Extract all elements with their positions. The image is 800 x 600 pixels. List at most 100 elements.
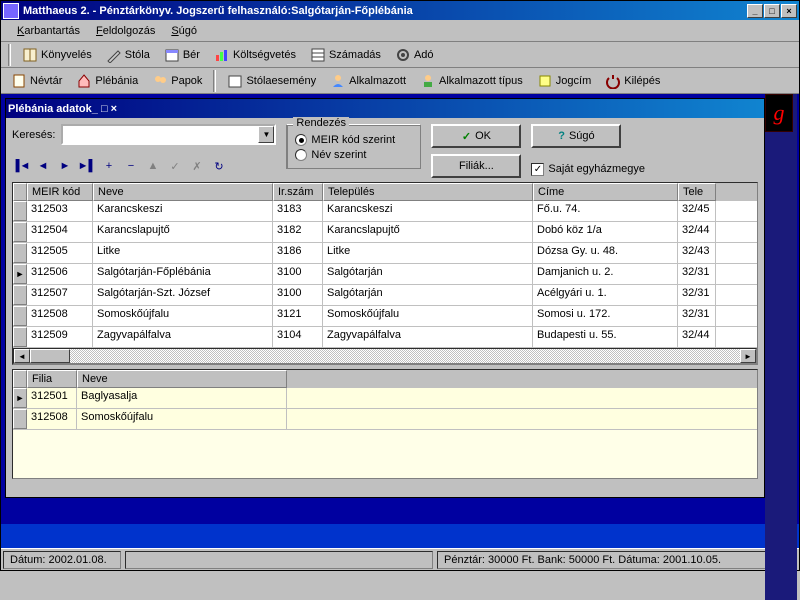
cell-tel: 32/31	[678, 306, 716, 326]
people-icon	[152, 73, 168, 89]
maximize-button[interactable]: □	[764, 4, 780, 18]
nav-next[interactable]: ►	[56, 157, 74, 175]
search-combo[interactable]: ▼	[61, 124, 276, 145]
cell-tel: 32/31	[678, 285, 716, 305]
cell-meir: 312509	[27, 327, 93, 347]
menu-sugo[interactable]: Súgó	[163, 23, 205, 39]
tb-stola[interactable]: Stóla	[100, 44, 156, 66]
cell-cime: Budapesti u. 55.	[533, 327, 678, 347]
table-row[interactable]: 312508 Somoskőújfalu3121 Somoskőújfalu S…	[13, 306, 757, 327]
help-button[interactable]: ?Súgó	[531, 124, 621, 148]
tb-plebania[interactable]: Plébánia	[70, 70, 144, 92]
sub-close-button[interactable]: ×	[111, 103, 117, 115]
scroll-left-icon[interactable]: ◄	[14, 349, 30, 363]
nav-last[interactable]: ►▌	[78, 157, 96, 175]
tb-ado[interactable]: Adó	[389, 44, 440, 66]
table-row[interactable]: ► 312501 Baglyasalja	[13, 388, 757, 409]
tb-konyveles[interactable]: Könyvelés	[16, 44, 98, 66]
main-titlebar: Matthaeus 2. - Pénztárkönyv. Jogszerű fe…	[1, 1, 799, 20]
col-header[interactable]: Tele	[678, 183, 716, 201]
radio-name[interactable]: Név szerint	[295, 149, 412, 161]
row-indicator	[13, 243, 27, 263]
hscrollbar[interactable]: ◄ ►	[13, 348, 757, 364]
nav-edit[interactable]: ▲	[144, 157, 162, 175]
menu-feldolgozas[interactable]: Feldolgozás	[88, 23, 163, 39]
book-icon	[22, 47, 38, 63]
status-date: Dátum: 2002.01.08.	[3, 551, 121, 569]
cell-irszam: 3183	[273, 201, 323, 221]
tb-papok[interactable]: Papok	[146, 70, 208, 92]
sub-maximize-button[interactable]: □	[101, 103, 108, 115]
col-header[interactable]: Település	[323, 183, 533, 201]
row-header-corner	[13, 370, 27, 388]
cell-cime: Dobó köz 1/a	[533, 222, 678, 242]
ok-button[interactable]: ✓OK	[431, 124, 521, 148]
radio-dot-icon	[295, 134, 307, 146]
row-header-corner	[13, 183, 27, 201]
col-header[interactable]: Ir.szám	[273, 183, 323, 201]
row-indicator: ►	[13, 264, 27, 284]
table-row[interactable]: 312509 Zagyvapálfalva3104 Zagyvapálfalva…	[13, 327, 757, 348]
nav-cancel[interactable]: ✗	[188, 157, 206, 175]
cell-meir: 312504	[27, 222, 93, 242]
cell-telepules: Salgótarján	[323, 264, 533, 284]
tb-szamadas[interactable]: Számadás	[304, 44, 387, 66]
table-row[interactable]: 312504 Karancslapujtő3182 Karancslapujtő…	[13, 222, 757, 243]
sub-titlebar: Plébánia adatok _ □ ×	[6, 99, 764, 118]
tb-koltsegvetes[interactable]: Költségvetés	[208, 44, 302, 66]
scroll-thumb[interactable]	[30, 349, 70, 363]
sub-minimize-button[interactable]: _	[92, 103, 98, 115]
nav-insert[interactable]: +	[100, 157, 118, 175]
close-button[interactable]: ×	[781, 4, 797, 18]
db-navigator: ▐◄ ◄ ► ►▌ + − ▲ ✓ ✗ ↻	[12, 157, 276, 175]
table-row[interactable]: 312505 Litke3186 Litke Dózsa Gy. u. 48. …	[13, 243, 757, 264]
cell-neve: Litke	[93, 243, 273, 263]
row-indicator	[13, 201, 27, 221]
nav-prev[interactable]: ◄	[34, 157, 52, 175]
scroll-right-icon[interactable]: ►	[740, 349, 756, 363]
cell-irszam: 3100	[273, 285, 323, 305]
nav-first[interactable]: ▐◄	[12, 157, 30, 175]
title-icon	[537, 73, 553, 89]
menu-karbantartas[interactable]: Karbantartás	[9, 23, 88, 39]
cell-meir: 312503	[27, 201, 93, 221]
tb-jogcim[interactable]: Jogcím	[531, 70, 597, 92]
tb-ber[interactable]: Bér	[158, 44, 206, 66]
tb-kilepes[interactable]: Kilépés	[599, 70, 666, 92]
tb-alkalmazott[interactable]: Alkalmazott	[324, 70, 412, 92]
cell-telepules: Zagyvapálfalva	[323, 327, 533, 347]
radio-meir[interactable]: MEIR kód szerint	[295, 134, 412, 146]
cell-cime: Acélgyári u. 1.	[533, 285, 678, 305]
col-header[interactable]: Neve	[77, 370, 287, 388]
table-row[interactable]: 312503 Karancskeszi3183 Karancskeszi Fő.…	[13, 201, 757, 222]
cell-tel: 32/43	[678, 243, 716, 263]
plebania-window: Plébánia adatok _ □ × Keresés: ▼ ▐◄	[5, 98, 765, 498]
cell-irszam: 3100	[273, 264, 323, 284]
row-indicator: ►	[13, 388, 27, 408]
nav-delete[interactable]: −	[122, 157, 140, 175]
table-row[interactable]: 312507 Salgótarján-Szt. József3100 Salgó…	[13, 285, 757, 306]
col-header[interactable]: Címe	[533, 183, 678, 201]
sort-group: Rendezés MEIR kód szerint Név szerint	[286, 124, 421, 169]
row-indicator	[13, 222, 27, 242]
cell-tel: 32/44	[678, 222, 716, 242]
col-header[interactable]: Neve	[93, 183, 273, 201]
table-row[interactable]: 312508 Somoskőújfalu	[13, 409, 757, 430]
col-header[interactable]: Filia	[27, 370, 77, 388]
search-label: Keresés:	[12, 129, 55, 141]
nav-refresh[interactable]: ↻	[210, 157, 228, 175]
cell-neve: Karancskeszi	[93, 201, 273, 221]
minimize-button[interactable]: _	[747, 4, 763, 18]
row-indicator	[13, 409, 27, 429]
nav-post[interactable]: ✓	[166, 157, 184, 175]
cell-meir: 312507	[27, 285, 93, 305]
table-row[interactable]: ► 312506 Salgótarján-Főplébánia3100 Salg…	[13, 264, 757, 285]
sajat-checkbox[interactable]: ✓Saját egyházmegye	[531, 163, 645, 176]
tb-nevtar[interactable]: Névtár	[5, 70, 68, 92]
tb-alkalmazott-tipus[interactable]: Alkalmazott típus	[414, 70, 529, 92]
col-header[interactable]: MEIR kód	[27, 183, 93, 201]
row-indicator	[13, 327, 27, 347]
filiak-button[interactable]: Filiák...	[431, 154, 521, 178]
chevron-down-icon[interactable]: ▼	[258, 126, 274, 143]
tb-stolaesemeny[interactable]: Stólaesemény	[221, 70, 322, 92]
